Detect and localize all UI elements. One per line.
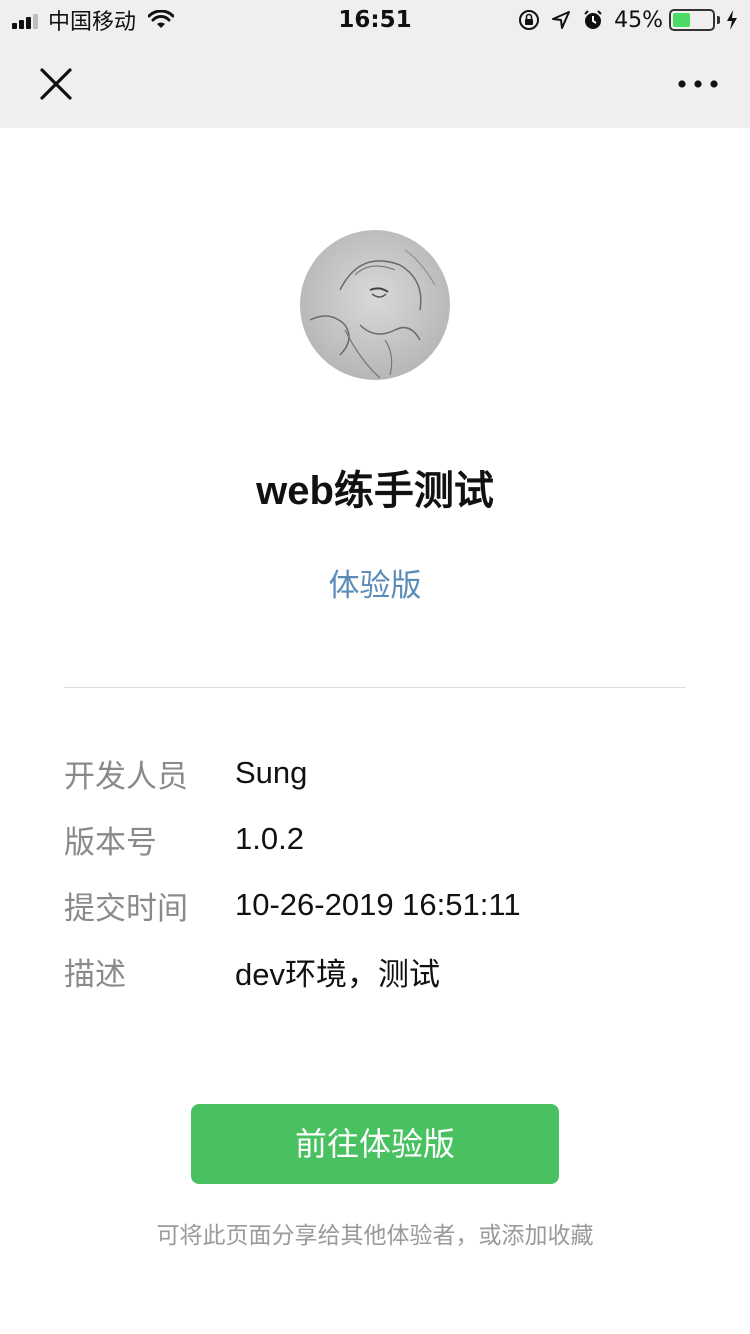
info-row-submit-time: 提交时间 10-26-2019 16:51:11 [64, 880, 521, 930]
info-label-submit-time: 提交时间 [64, 890, 188, 927]
alarm-icon [584, 10, 602, 29]
info-label-description: 描述 [64, 956, 126, 993]
app-avatar [300, 230, 450, 380]
share-hint-text: 可将此页面分享给其他体验者，或添加收藏 [156, 1223, 594, 1249]
battery-icon [669, 9, 715, 31]
more-icon[interactable] [676, 74, 720, 94]
status-bar: 中国移动 16:51 45% [0, 0, 750, 40]
info-label-developer: 开发人员 [64, 758, 188, 795]
close-icon[interactable] [36, 64, 76, 104]
info-value-version: 1.0.2 [235, 821, 304, 856]
info-value-developer: Sung [235, 755, 308, 790]
battery-cap [717, 16, 720, 24]
open-trial-version-button[interactable]: 前往体验版 [191, 1104, 559, 1184]
app-name: web练手测试 [256, 469, 494, 513]
version-type-label: 体验版 [328, 568, 422, 604]
location-icon [552, 11, 571, 29]
rotation-lock-icon [519, 10, 540, 30]
info-row-developer: 开发人员 Sung [64, 748, 307, 798]
app-profile-page: web练手测试 体验版 开发人员 Sung 版本号 1.0.2 提交时间 10-… [0, 128, 750, 1334]
status-right: 45% [508, 6, 738, 34]
battery-percent: 45% [614, 7, 663, 33]
info-value-submit-time: 10-26-2019 16:51:11 [235, 887, 521, 922]
nav-bar [0, 40, 750, 128]
avatar-sketch-image [309, 249, 436, 379]
info-label-version: 版本号 [64, 824, 157, 861]
battery-fill [673, 13, 691, 27]
info-row-description: 描述 dev环境，测试 [64, 946, 440, 996]
charging-bolt-icon [727, 10, 737, 30]
info-value-description: dev环境，测试 [235, 956, 440, 992]
info-row-version: 版本号 1.0.2 [64, 814, 304, 864]
divider [64, 687, 686, 688]
